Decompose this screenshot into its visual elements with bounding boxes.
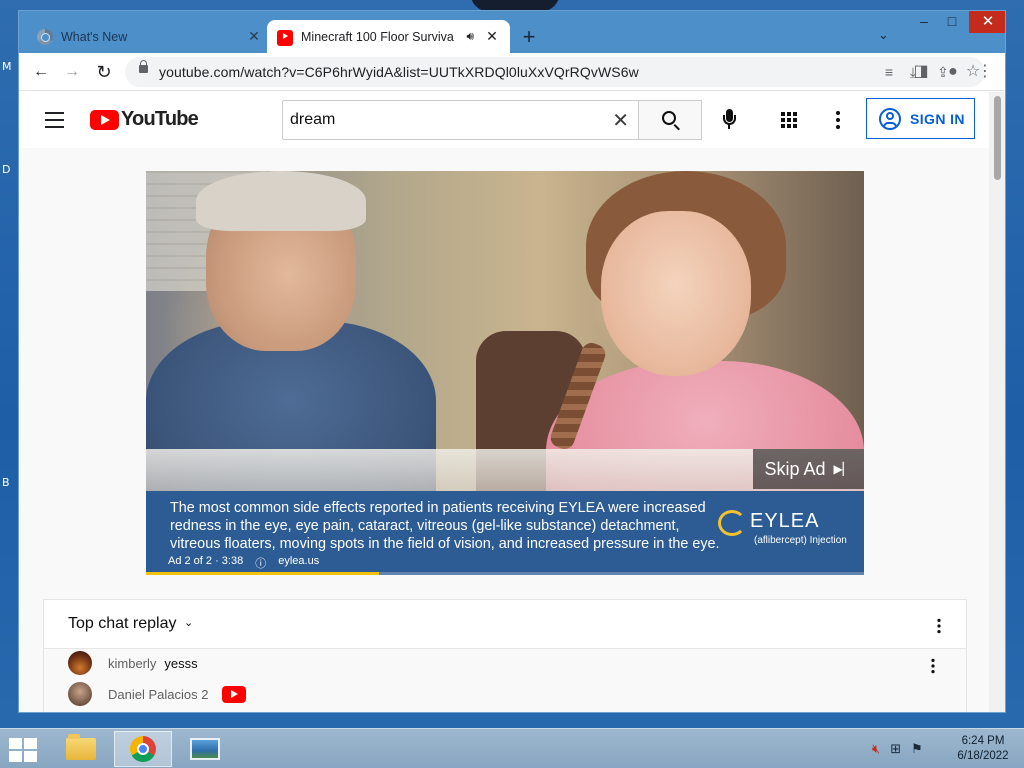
youtube-logo[interactable]: YouTube [90,108,199,131]
chat-message[interactable]: Daniel Palacios 2 [68,682,247,706]
settings-more-icon[interactable] [836,111,840,129]
start-windows-icon[interactable] [9,738,37,762]
chevron-down-icon[interactable]: ⌄ [184,616,193,629]
url-text[interactable]: youtube.com/watch?v=C6P6hrWyidA&list=UUT… [159,64,639,80]
system-tray: 🔇︎ ⊞ ⚑ [872,741,923,757]
avatar[interactable] [68,651,92,675]
forward-button[interactable]: → [60,60,84,84]
tab-whats-new[interactable]: What's New ✕ [27,20,272,53]
ad-counter: Ad 2 of 2 · 3:38 [168,555,244,567]
lock-icon[interactable] [139,60,148,73]
address-bar[interactable]: youtube.com/watch?v=C6P6hrWyidA&list=UUT… [125,57,985,87]
desktop-icon-label-b[interactable]: B [2,476,10,489]
search-input[interactable]: dream ✕ [282,100,639,140]
chrome-icon [130,736,156,762]
chat-author[interactable]: kimberly [108,656,156,671]
youtube-favicon-icon [277,29,293,46]
reload-button[interactable]: ↻ [92,60,116,84]
photos-taskbar-button[interactable] [176,731,234,767]
clock-time: 6:24 PM [961,735,1005,747]
speaker-muted-icon[interactable]: 🔇︎ [872,741,880,757]
avatar[interactable] [68,682,92,706]
youtube-wordmark: YouTube [121,108,199,130]
chrome-taskbar-button[interactable] [114,731,172,767]
voice-search-mic-icon[interactable] [723,109,736,131]
sign-in-button[interactable]: SIGN IN [866,98,975,139]
picture-icon [190,738,220,760]
network-icon[interactable]: ⊞ [890,741,901,757]
chrome-window: What's New ✕ Minecraft 100 Floor Surviva… [18,10,1006,713]
desktop-icon-label-d[interactable]: D [2,163,10,176]
windows-taskbar: 🔇︎ ⊞ ⚑ 6:24 PM 6/18/2022 [0,728,1024,768]
tab-strip: What's New ✕ Minecraft 100 Floor Surviva… [19,11,1005,53]
video-player[interactable]: Skip Ad ▶▏ The most common side effects … [146,171,864,575]
chat-more-icon[interactable] [937,618,941,634]
chat-text: yesss [164,655,198,671]
ad-info-bar: Ad 2 of 2 · 3:38 ⓘ eylea.us [168,555,319,571]
ad-info-icon[interactable]: ⓘ [255,555,266,571]
chat-mode-dropdown[interactable]: Top chat replay [68,615,177,633]
ad-progress-fill [146,572,380,575]
system-clock[interactable]: 6:24 PM 6/18/2022 [950,734,1016,764]
chat-header: Top chat replay ⌄ [44,600,966,649]
skip-next-icon: ▶▏ [833,462,852,476]
tab-minecraft-video[interactable]: Minecraft 100 Floor Surviva 🔊︎ ✕ [267,20,510,53]
audio-playing-icon[interactable]: 🔊︎ [466,29,474,44]
browser-menu-icon[interactable]: ⋮ [973,60,997,84]
youtube-member-badge-icon [222,685,247,703]
menu-hamburger-icon[interactable] [45,112,64,133]
account-circle-icon [879,107,901,130]
chrome-icon [37,28,53,45]
desktop-icon-label-m[interactable]: M [2,60,12,73]
media-controls-icon[interactable]: ≡ [877,60,901,84]
maximize-button[interactable]: □ [937,13,967,37]
eylea-brand-subtitle: (aflibercept) Injection [754,535,847,546]
youtube-header: YouTube dream ✕ SIGN IN [19,92,989,148]
tab-title: What's New [61,29,128,44]
profile-avatar-icon[interactable]: ● [941,60,965,84]
apps-grid-icon[interactable] [781,112,797,128]
search-icon [662,111,676,125]
sign-in-label: SIGN IN [910,110,965,127]
skip-ad-label: Skip Ad [764,458,826,479]
skip-ad-button[interactable]: Skip Ad ▶▏ [753,449,864,489]
minimize-button[interactable]: – [909,13,939,37]
message-more-icon[interactable] [931,658,935,674]
side-panel-icon[interactable]: ◨ [909,60,933,84]
search-query-text[interactable]: dream [290,111,335,129]
eylea-brand-name: EYLEA [750,510,820,532]
back-button[interactable]: ← [29,60,53,84]
clock-date: 6/18/2022 [957,750,1009,762]
folder-icon [66,734,96,760]
chat-message[interactable]: kimberly yesss [68,651,198,675]
file-explorer-taskbar-button[interactable] [52,731,110,767]
eylea-eye-icon [718,510,746,536]
tab-title: Minecraft 100 Floor Surviva [301,29,454,44]
browser-toolbar: ← → ↻ youtube.com/watch?v=C6P6hrWyidA&li… [19,53,1005,91]
tab-close-icon[interactable]: ✕ [246,28,262,45]
tab-close-icon[interactable]: ✕ [484,28,500,45]
search-button[interactable] [638,100,702,140]
page-scrollbar[interactable] [989,92,1005,712]
chat-replay-panel: Top chat replay ⌄ kimberly yesss Daniel … [43,599,967,712]
ad-progress-bar[interactable] [146,572,864,575]
scrollbar-thumb[interactable] [994,96,1001,180]
ad-disclaimer-text: The most common side effects reported in… [170,500,720,552]
advertiser-link[interactable]: eylea.us [278,555,319,571]
clear-search-icon[interactable]: ✕ [612,108,629,133]
new-tab-button[interactable]: + [519,24,539,50]
flag-icon[interactable]: ⚑ [911,741,923,757]
tab-search-chevron-icon[interactable]: ⌄ [878,27,889,43]
chat-author[interactable]: Daniel Palacios 2 [108,687,208,702]
close-window-button[interactable]: ✕ [969,11,1005,33]
chat-message-list[interactable]: kimberly yesss Daniel Palacios 2 [44,649,966,712]
youtube-play-logo-icon [90,109,119,130]
